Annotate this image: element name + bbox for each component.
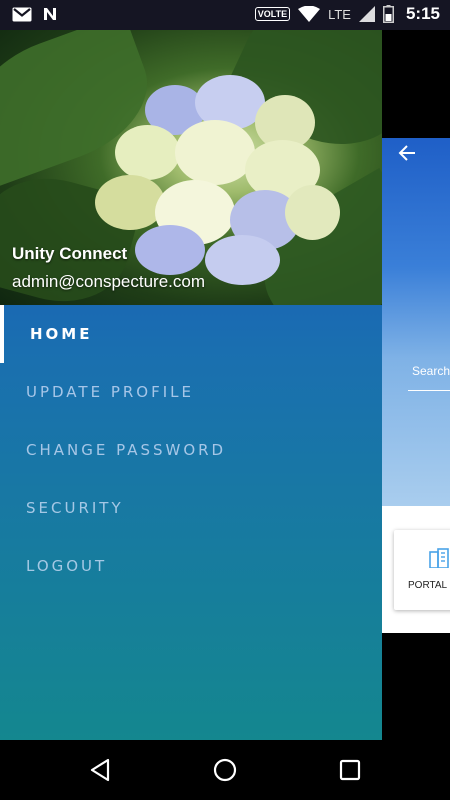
system-navigation-bar (0, 740, 450, 800)
search-input[interactable]: Search (412, 364, 450, 378)
back-triangle-icon[interactable] (88, 758, 112, 782)
menu-item-logout[interactable]: LOGOUT (0, 537, 382, 595)
recents-square-icon[interactable] (338, 758, 362, 782)
volte-badge: VOLTE (254, 7, 291, 21)
menu-item-change-password[interactable]: CHANGE PASSWORD (0, 421, 382, 479)
menu-item-home[interactable]: HOME (0, 305, 382, 363)
menu-item-security[interactable]: SECURITY (0, 479, 382, 537)
user-name: Unity Connect (12, 244, 128, 263)
back-arrow-icon[interactable] (398, 144, 416, 162)
menu-item-update-profile[interactable]: UPDATE PROFILE (0, 363, 382, 421)
signal-icon (358, 6, 375, 22)
home-circle-icon[interactable] (213, 758, 237, 782)
clock: 5:15 (405, 4, 440, 23)
navigation-drawer: Unity Connect admin@conspecture.com HOME… (0, 30, 382, 740)
drawer-menu: HOME UPDATE PROFILE CHANGE PASSWORD SECU… (0, 305, 382, 595)
portal-card-label: PORTAL I (408, 580, 450, 591)
building-icon (429, 548, 449, 568)
status-bar: VOLTE LTE 5:15 (0, 0, 450, 30)
main-screen: Search PORTAL I (382, 138, 450, 633)
battery-icon (382, 5, 394, 23)
drawer-header-image: Unity Connect admin@conspecture.com (0, 30, 382, 305)
gmail-icon (12, 7, 32, 21)
lte-label: LTE (328, 6, 351, 22)
search-underline (408, 390, 450, 391)
user-email: admin@conspecture.com (12, 272, 206, 291)
main-hero (382, 138, 450, 506)
portal-card[interactable]: PORTAL I (394, 530, 450, 610)
notification-n-icon (44, 8, 56, 20)
wifi-icon (298, 6, 321, 22)
